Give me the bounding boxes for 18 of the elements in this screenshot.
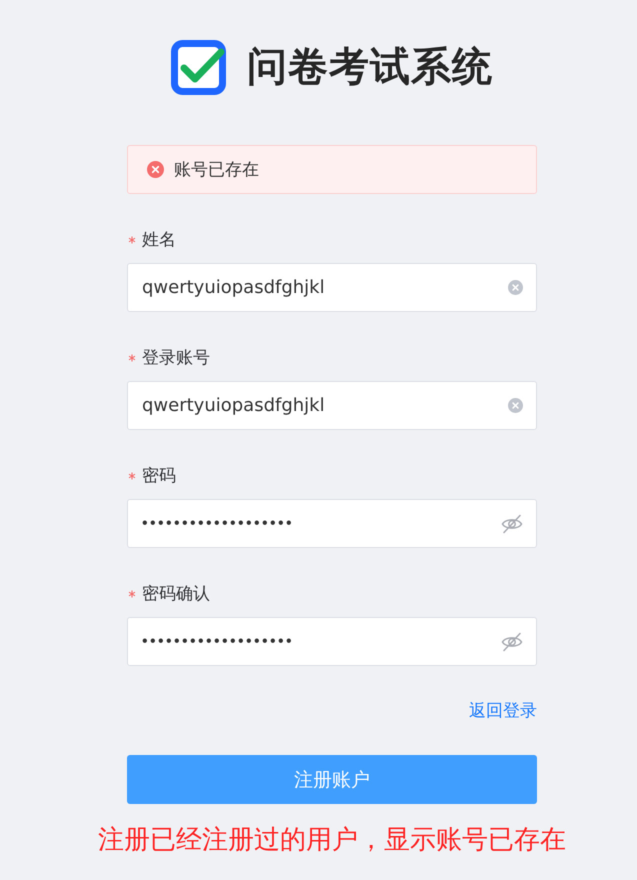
field-label: 密码 (142, 465, 176, 488)
app-title: 问卷考试系统 (247, 43, 493, 92)
password-field[interactable]: ••••••••••••••••••• (127, 617, 537, 666)
logo-icon (171, 40, 227, 95)
alert-message: 账号已存在 (174, 159, 259, 181)
field-label: 姓名 (142, 229, 176, 252)
field-label: 密码确认 (142, 583, 210, 606)
error-icon (147, 161, 164, 178)
input-field[interactable]: qwertyuiopasdfghjkl (127, 381, 537, 430)
field-label: 登录账号 (142, 347, 210, 370)
clear-icon[interactable] (508, 280, 523, 295)
eye-off-icon[interactable] (501, 514, 523, 534)
input-field[interactable]: qwertyuiopasdfghjkl (127, 263, 537, 312)
password-field[interactable]: ••••••••••••••••••• (127, 499, 537, 548)
eye-off-icon[interactable] (501, 632, 523, 652)
clear-icon[interactable] (508, 398, 523, 413)
caption-text: 注册已经注册过的用户，显示账号已存在 (98, 824, 566, 856)
back-to-login-link[interactable]: 返回登录 (469, 699, 537, 723)
